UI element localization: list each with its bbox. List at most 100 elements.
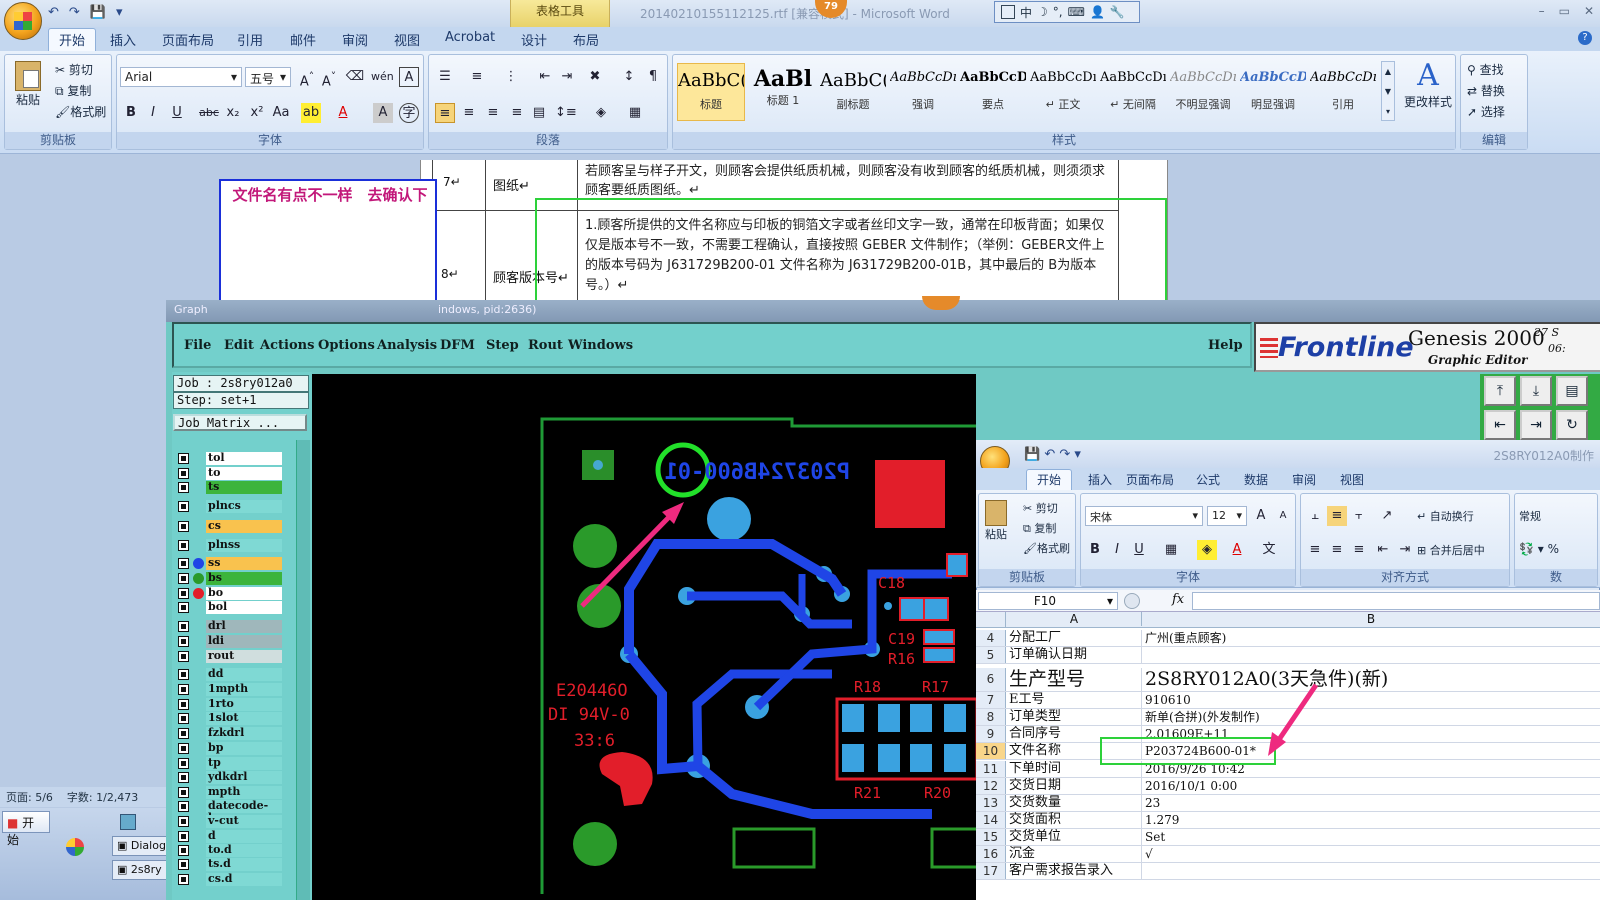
font-name-select[interactable]: Arial ▾ xyxy=(120,67,242,87)
layer-checkbox[interactable] xyxy=(178,540,189,551)
ime-tool-icon[interactable]: 🔧 xyxy=(1110,5,1125,19)
style-quote[interactable]: AaBbCcDı 引用 xyxy=(1309,63,1377,121)
tab-layout[interactable]: 布局 xyxy=(573,30,599,49)
style-normal[interactable]: AaBbCcDı ↵ 正文 xyxy=(1029,63,1097,121)
layer-row[interactable]: ss xyxy=(178,557,284,570)
decrease-indent-icon[interactable]: ⇤ xyxy=(535,67,555,87)
layer-row[interactable]: cs xyxy=(178,520,284,533)
upload-icon[interactable]: ⤒ xyxy=(1484,376,1516,406)
cell-a[interactable]: 订单确认日期 xyxy=(1007,647,1142,663)
layer-checkbox[interactable] xyxy=(178,521,189,532)
row-number[interactable]: 13 xyxy=(976,795,1006,811)
layer-row[interactable]: ldi xyxy=(178,635,284,648)
grow-font-button[interactable]: A˄ xyxy=(297,67,317,89)
layer-row[interactable]: cs.d xyxy=(178,873,284,886)
enclose-char-button[interactable]: 字 xyxy=(399,103,419,123)
menu-options[interactable]: Options xyxy=(318,338,375,353)
excel-cut-button[interactable]: ✂ 剪切 xyxy=(1023,500,1058,516)
layer-row[interactable]: bol xyxy=(178,601,284,614)
italic-button[interactable]: I xyxy=(143,103,163,123)
layer-name[interactable]: cs.d xyxy=(206,873,282,886)
tab-home[interactable]: 开始 xyxy=(48,28,97,51)
menu-actions[interactable]: Actions xyxy=(260,338,314,353)
char-shading-button[interactable]: A xyxy=(373,103,393,123)
layer-checkbox[interactable] xyxy=(178,588,189,599)
row-number[interactable]: 14 xyxy=(976,812,1006,828)
font-color-button[interactable]: A xyxy=(333,103,353,123)
format-painter-button[interactable]: 🖌格式刷 xyxy=(55,103,106,120)
excel-copy-button[interactable]: ⧉ 复制 xyxy=(1023,520,1056,536)
row-number[interactable]: 6 xyxy=(976,668,1006,691)
number-format-select[interactable]: 常规 xyxy=(1519,508,1541,524)
customize-qat-icon[interactable]: ▾ xyxy=(116,5,123,20)
layer-row[interactable]: tp xyxy=(178,757,284,770)
borders-icon[interactable]: ▦ xyxy=(625,103,645,123)
decrease-indent-icon[interactable]: ⇤ xyxy=(1373,540,1393,560)
help-icon[interactable]: ? xyxy=(1578,31,1592,45)
align-middle-icon[interactable]: ≡ xyxy=(1327,506,1347,526)
style-subtitle[interactable]: AaBbC(副标题 xyxy=(819,63,887,121)
cell-a[interactable]: 交货日期 xyxy=(1007,778,1142,794)
taskbar-item-excel[interactable]: ▣ 2s8ry xyxy=(112,860,168,880)
excel-shrink-font-button[interactable]: A xyxy=(1273,506,1293,526)
word-count[interactable]: 字数: 1/2,473 xyxy=(67,789,138,805)
layer-name[interactable]: bp xyxy=(206,742,282,755)
menu-dfm[interactable]: DFM xyxy=(440,338,475,353)
layer-checkbox[interactable] xyxy=(178,772,189,783)
replace-button[interactable]: ⇄ 替换 xyxy=(1467,82,1505,99)
ime-chinese[interactable]: 中 xyxy=(1020,4,1032,21)
layer-checkbox[interactable] xyxy=(178,558,189,569)
row-number[interactable]: 15 xyxy=(976,829,1006,845)
row-number[interactable]: 16 xyxy=(976,846,1006,862)
layer-checkbox[interactable] xyxy=(178,831,189,842)
layer-name[interactable]: to xyxy=(206,467,282,480)
layer-checkbox[interactable] xyxy=(178,651,189,662)
menu-rout[interactable]: Rout xyxy=(528,338,563,353)
start-button[interactable]: ■ 开始 xyxy=(2,811,50,847)
increase-indent-icon[interactable]: ⇥ xyxy=(1395,540,1415,560)
cell-b[interactable] xyxy=(1143,863,1599,879)
layer-checkbox[interactable] xyxy=(178,621,189,632)
formula-input[interactable] xyxy=(1192,592,1600,610)
menu-edit[interactable]: Edit xyxy=(224,338,254,353)
layer-checkbox[interactable] xyxy=(178,859,189,870)
layer-checkbox[interactable] xyxy=(178,699,189,710)
desktop-icon[interactable] xyxy=(120,814,136,830)
layer-row[interactable]: ydkdrl xyxy=(178,771,284,784)
excel-tab-home[interactable]: 开始 xyxy=(1026,469,1073,492)
cell-a[interactable]: 分配工厂 xyxy=(1007,630,1142,646)
job-matrix-button[interactable]: Job Matrix ... xyxy=(173,414,307,431)
underline-button[interactable]: U xyxy=(167,103,187,123)
layer-name[interactable]: ldi xyxy=(206,635,282,648)
layer-row[interactable]: 1rto xyxy=(178,698,284,711)
multilevel-list-icon[interactable]: ⋮ xyxy=(501,67,521,87)
cell-a[interactable]: E工号 xyxy=(1007,692,1142,708)
superscript-button[interactable]: x² xyxy=(247,103,267,123)
layer-name[interactable]: datecode-bo xyxy=(206,800,282,824)
bold-button[interactable]: B xyxy=(121,103,141,123)
layer-name[interactable]: plncs xyxy=(206,500,282,513)
row-number[interactable]: 10 xyxy=(976,743,1006,759)
change-styles-button[interactable]: A 更改样式 xyxy=(1401,59,1455,110)
layer-row[interactable]: bo xyxy=(178,587,284,600)
layer-row[interactable]: d xyxy=(178,830,284,843)
excel-font-name-select[interactable]: 宋体 ▾ xyxy=(1085,506,1203,526)
style-strong[interactable]: AaBbCcD 要点 xyxy=(959,63,1027,121)
minimize-button[interactable]: – xyxy=(1539,4,1545,18)
move-left-icon[interactable]: ⇤ xyxy=(1484,410,1516,440)
cell-b[interactable]: 2S8RY012A0(3天急件)(新) xyxy=(1143,668,1599,691)
row-number[interactable]: 4 xyxy=(976,630,1006,646)
excel-phonetic-button[interactable]: 文 xyxy=(1259,540,1279,560)
cell-b[interactable]: 广州(重点顾客) xyxy=(1143,630,1599,646)
styles-scroll[interactable]: ▲ ▼ ▾ xyxy=(1381,61,1395,121)
menu-help[interactable]: Help xyxy=(1208,338,1243,353)
layer-row[interactable]: fzkdrl xyxy=(178,727,284,740)
justify-icon[interactable]: ≡ xyxy=(507,103,527,123)
menu-analysis[interactable]: Analysis xyxy=(377,338,437,353)
panel-icon[interactable]: ▤ xyxy=(1556,376,1588,406)
row-number[interactable]: 8 xyxy=(976,709,1006,725)
style-heading1[interactable]: AaBl 标题 1 xyxy=(749,63,817,121)
layer-row[interactable]: plnss xyxy=(178,539,284,552)
numbering-icon[interactable]: ≡ xyxy=(467,67,487,87)
row-number[interactable]: 12 xyxy=(976,778,1006,794)
